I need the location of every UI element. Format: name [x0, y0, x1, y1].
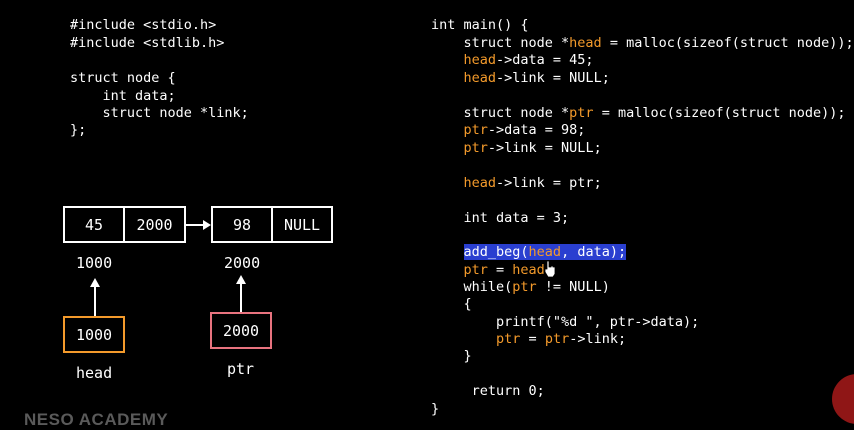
- ptr-label: ptr: [227, 360, 255, 378]
- code-line-return: return 0;: [431, 383, 545, 399]
- ptr-pointer-box: 2000: [210, 312, 272, 349]
- head-up-arrow: [90, 278, 100, 316]
- code-line-while: while(ptr != NULL): [431, 279, 610, 295]
- code-line-malloc-head: struct node *head = malloc(sizeof(struct…: [431, 35, 854, 51]
- code-line-ptr-assign: ptr = head;: [463, 262, 553, 278]
- hand-cursor-icon: [544, 260, 556, 278]
- diagram-arrows: [90, 220, 246, 316]
- code-line-ptr-link: ptr->link = NULL;: [463, 140, 602, 156]
- code-line-head-link: head->link = NULL;: [463, 70, 610, 86]
- code-line-ptr-data: ptr->data = 98;: [463, 122, 586, 138]
- code-line-printf: printf("%d ", ptr->data);: [431, 314, 700, 330]
- code-line-main: int main() {: [431, 17, 529, 33]
- code-line-open-brace: {: [431, 296, 472, 312]
- selected-add-beg-call[interactable]: add_beg(head, data);: [463, 244, 627, 260]
- code-line-close-brace: }: [431, 348, 472, 364]
- node2-address: 2000: [224, 254, 261, 272]
- code-line-head-data: head->data = 45;: [463, 52, 594, 68]
- code-line-end-brace: }: [431, 401, 440, 417]
- code-line-add-beg[interactable]: add_beg(head, data);: [431, 244, 627, 262]
- ptr-up-arrow: [236, 275, 246, 312]
- code-line-int-data: int data = 3;: [431, 210, 570, 226]
- head-pointer-box: 1000: [63, 316, 125, 353]
- neso-academy-watermark: NESO ACADEMY: [24, 410, 169, 429]
- code-line-head-link-ptr: head->link = ptr;: [463, 175, 602, 191]
- node1-address: 1000: [76, 254, 113, 272]
- code-line-malloc-ptr: struct node *ptr = malloc(sizeof(struct …: [431, 105, 846, 121]
- node-link-arrow: [186, 220, 211, 230]
- code-line-ptr-next: ptr = ptr->link;: [496, 331, 627, 347]
- head-label: head: [76, 364, 113, 382]
